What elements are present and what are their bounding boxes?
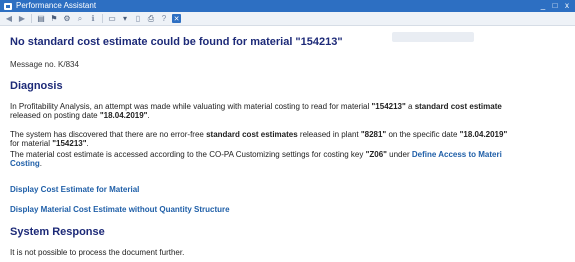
costing-link[interactable]: Costing: [10, 159, 40, 168]
text: a: [405, 102, 415, 111]
system-response-heading: System Response: [10, 226, 105, 238]
toolbar-separator: [102, 14, 103, 23]
print-icon[interactable]: ▤: [36, 14, 46, 24]
forward-icon[interactable]: ▶: [17, 14, 27, 24]
settings-icon[interactable]: ⚙: [62, 14, 72, 24]
posting-date: "18.04.2019": [99, 111, 148, 120]
app-icon: [4, 2, 12, 10]
toolbar: ◀ ▶ ▤ ⚑ ⚙ ⌕ ℹ ▭ ▾ ▯ ⎙ ? ✕: [0, 12, 575, 26]
define-access-link[interactable]: Define Access to Materi: [412, 150, 502, 159]
text: .: [86, 139, 89, 148]
text: The system has discovered that there are…: [10, 130, 207, 139]
faded-panel: [392, 32, 474, 42]
message-title: No standard cost estimate could be found…: [10, 36, 343, 48]
back-icon[interactable]: ◀: [4, 14, 14, 24]
text: released in plant: [297, 130, 361, 139]
window-controls: _ □ x: [539, 2, 571, 10]
material-number: "154213": [371, 102, 406, 111]
material-number: "154213": [52, 139, 87, 148]
message-number: Message no. K/834: [10, 60, 79, 69]
close-box-icon[interactable]: ✕: [172, 14, 181, 23]
window-titlebar: Performance Assistant _ □ x: [0, 0, 575, 12]
term: standard cost estimates: [206, 130, 298, 139]
help-icon[interactable]: ?: [159, 14, 169, 24]
costing-key: "Z06": [365, 150, 387, 159]
screen-icon[interactable]: ▭: [107, 14, 117, 24]
printer-icon[interactable]: ⎙: [146, 14, 156, 24]
text: released on posting date: [10, 111, 100, 120]
diagnosis-paragraph-2: The system has discovered that there are…: [10, 130, 575, 148]
diagnosis-paragraph-3: The material cost estimate is accessed a…: [10, 150, 575, 168]
term: standard cost estimate: [414, 102, 502, 111]
text: for material: [10, 139, 53, 148]
document-icon[interactable]: ▯: [133, 14, 143, 24]
display-estimate-without-quantity-link[interactable]: Display Material Cost Estimate without Q…: [10, 205, 230, 214]
maximize-button[interactable]: □: [551, 2, 559, 10]
plant-number: "8281": [360, 130, 387, 139]
find-icon[interactable]: ⌕: [75, 14, 85, 24]
technical-info-icon[interactable]: ℹ: [88, 14, 98, 24]
text: The material cost estimate is accessed a…: [10, 150, 366, 159]
specific-date: "18.04.2019": [459, 130, 508, 139]
text: on the specific date: [386, 130, 460, 139]
toolbar-separator: [31, 14, 32, 23]
system-response-text: It is not possible to process the docume…: [10, 248, 185, 257]
close-button[interactable]: x: [563, 2, 571, 10]
diagnosis-heading: Diagnosis: [10, 80, 63, 92]
display-cost-estimate-link[interactable]: Display Cost Estimate for Material: [10, 185, 139, 194]
text: .: [147, 111, 150, 120]
text: .: [39, 159, 43, 168]
minimize-button[interactable]: _: [539, 2, 547, 10]
text: under: [386, 150, 412, 159]
bookmark-icon[interactable]: ⚑: [49, 14, 59, 24]
diagnosis-paragraph-1: In Profitability Analysis, an attempt wa…: [10, 102, 575, 120]
filter-icon[interactable]: ▾: [120, 14, 130, 24]
window-title: Performance Assistant: [16, 1, 97, 10]
text: In Profitability Analysis, an attempt wa…: [10, 102, 372, 111]
